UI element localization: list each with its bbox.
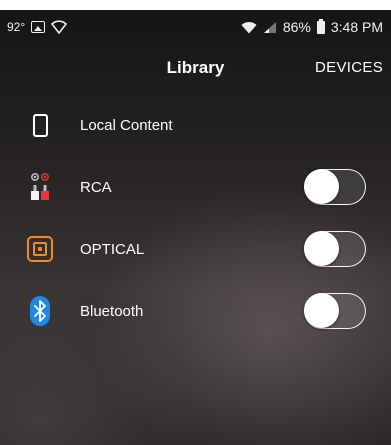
optical-toggle[interactable] — [304, 231, 366, 267]
temperature: 92° — [7, 20, 26, 34]
toggle-knob — [304, 231, 339, 266]
app-screen: 92° 86% 3:48 PM Library DEVICES Local Co… — [0, 0, 391, 445]
gallery-icon — [31, 21, 46, 33]
source-row-optical: OPTICAL — [0, 218, 391, 280]
clock: 3:48 PM — [330, 19, 383, 35]
rca-icon — [24, 171, 56, 203]
wifi-icon — [241, 21, 257, 33]
battery-icon — [316, 18, 325, 34]
rca-toggle[interactable] — [304, 169, 366, 205]
source-row-bluetooth: Bluetooth — [0, 280, 391, 342]
source-label: OPTICAL — [80, 240, 145, 258]
source-label: Bluetooth — [80, 302, 144, 320]
source-label: Local Content — [80, 116, 173, 134]
bluetooth-toggle[interactable] — [304, 293, 366, 329]
bluetooth-icon — [24, 295, 56, 327]
devices-button[interactable]: DEVICES — [315, 59, 383, 76]
nav-bar: Library DEVICES — [0, 44, 391, 92]
status-bar: 92° 86% 3:48 PM — [0, 10, 391, 44]
signal-icon — [263, 21, 276, 33]
wifi-off-icon — [51, 20, 68, 34]
optical-icon — [24, 233, 56, 265]
toggle-knob — [304, 293, 339, 328]
source-row-rca: RCA — [0, 156, 391, 218]
top-strip — [0, 0, 391, 10]
battery-percent: 86% — [282, 19, 311, 35]
status-right: 86% 3:48 PM — [241, 18, 383, 35]
toggle-knob — [304, 169, 339, 204]
source-row-local-content[interactable]: Local Content — [0, 94, 391, 156]
source-label: RCA — [80, 178, 112, 196]
status-left: 92° — [7, 20, 68, 34]
phone-icon — [24, 109, 56, 141]
